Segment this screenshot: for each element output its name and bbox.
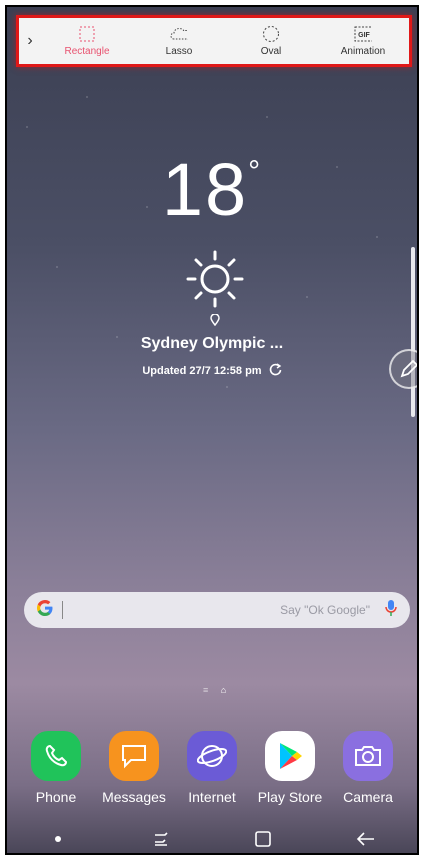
edge-panel-handle[interactable]: [411, 247, 415, 417]
weather-updated: Updated 27/7 12:58 pm: [7, 363, 417, 379]
tool-label: Oval: [260, 46, 282, 57]
search-placeholder: Say "Ok Google": [280, 603, 370, 617]
lasso-icon: [170, 25, 188, 43]
app-phone[interactable]: Phone: [18, 731, 94, 805]
app-internet[interactable]: Internet: [174, 731, 250, 805]
messages-icon: [109, 731, 159, 781]
temperature-value: 18: [161, 148, 249, 231]
location-pin-icon: [210, 313, 220, 331]
navigation-bar: [7, 819, 417, 853]
smart-select-toolbar: › Rectangle Lasso Oval GIF Animation: [16, 15, 412, 67]
app-camera[interactable]: Camera: [330, 731, 406, 805]
starry-wallpaper: [7, 7, 417, 853]
app-label: Internet: [188, 789, 236, 805]
tool-label: Rectangle: [64, 46, 110, 57]
app-label: Phone: [35, 789, 77, 805]
oval-select-icon: [262, 25, 280, 43]
back-button[interactable]: [346, 824, 386, 853]
text-caret: [62, 601, 63, 619]
phone-icon: [31, 731, 81, 781]
tool-oval[interactable]: Oval: [225, 18, 317, 64]
tool-lasso[interactable]: Lasso: [133, 18, 225, 64]
play-store-icon: [265, 731, 315, 781]
tool-rectangle[interactable]: Rectangle: [41, 18, 133, 64]
microphone-icon[interactable]: [384, 599, 398, 622]
app-label: Messages: [102, 789, 166, 805]
weather-location: Sydney Olympic ...: [140, 335, 284, 352]
expand-chevron-icon[interactable]: ›: [19, 32, 41, 50]
google-search-bar[interactable]: Say "Ok Google": [24, 592, 410, 628]
camera-icon: [343, 731, 393, 781]
app-play-store[interactable]: Play Store: [252, 731, 328, 805]
internet-icon: [187, 731, 237, 781]
updated-text: Updated 27/7 12:58 pm: [142, 364, 262, 377]
phone-screen: › Rectangle Lasso Oval GIF Animation 18°…: [5, 5, 419, 855]
refresh-icon[interactable]: [269, 363, 282, 379]
pen-icon: [400, 359, 417, 378]
rectangle-select-icon: [78, 25, 96, 43]
dot-icon: [55, 836, 62, 842]
temperature[interactable]: 18°: [7, 147, 417, 232]
page-indicator: ≡ ⌂: [203, 685, 226, 695]
home-button[interactable]: [243, 824, 283, 853]
recent-apps-button[interactable]: [141, 824, 181, 853]
app-messages[interactable]: Messages: [96, 731, 172, 805]
menu-lines-icon: ≡: [203, 685, 209, 695]
tool-label: Lasso: [165, 46, 193, 57]
tool-label: Animation: [340, 46, 386, 57]
nav-dot-button[interactable]: [38, 824, 78, 853]
google-g-icon: [36, 599, 54, 622]
gif-badge: GIF: [358, 32, 370, 39]
tool-animation[interactable]: GIF Animation: [317, 18, 409, 64]
app-dock: Phone Messages Internet Play Store Camer…: [7, 731, 417, 805]
degree-symbol: °: [248, 155, 263, 188]
app-label: Camera: [343, 789, 393, 805]
back-arrow-icon: [356, 832, 374, 846]
sunny-icon: [183, 249, 247, 314]
gif-icon: GIF: [354, 25, 372, 43]
app-label: Play Store: [257, 789, 323, 805]
home-page-dot-icon: ⌂: [220, 685, 227, 695]
home-icon: [255, 831, 272, 847]
air-command-pen-button[interactable]: [389, 349, 417, 389]
recent-apps-icon: [154, 832, 168, 846]
